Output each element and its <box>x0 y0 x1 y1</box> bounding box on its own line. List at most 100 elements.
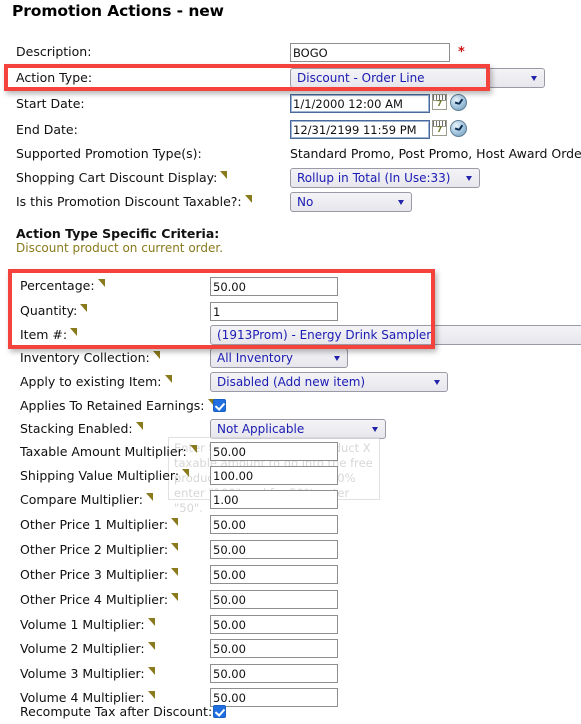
recompute-tax-checkbox[interactable] <box>213 705 226 718</box>
volume-1-multiplier-input[interactable] <box>210 615 338 634</box>
volume-2-multiplier-input[interactable] <box>210 639 338 658</box>
help-flag-icon[interactable] <box>171 543 179 552</box>
cart-discount-display-select[interactable]: Rollup in Total (In Use:33) <box>290 168 480 188</box>
volume-1-multiplier-label: Volume 1 Multiplier: <box>20 613 156 637</box>
cart-discount-display-selected-value: Rollup in Total (In Use:33) <box>297 171 451 185</box>
description-input[interactable] <box>290 43 450 62</box>
help-flag-icon[interactable] <box>70 328 78 337</box>
percentage-input[interactable] <box>210 277 338 296</box>
apply-existing-item-select[interactable]: Disabled (Add new item) <box>210 372 448 392</box>
chevron-down-icon <box>334 356 341 361</box>
inventory-collection-label: Inventory Collection: <box>20 346 161 370</box>
other-price-3-multiplier-row: Other Price 3 Multiplier: <box>0 563 581 587</box>
compare-multiplier-input[interactable] <box>210 490 338 509</box>
stacking-enabled-row: Stacking Enabled: Not Applicable <box>0 417 581 441</box>
percentage-row: Percentage: <box>0 274 581 298</box>
compare-multiplier-label: Compare Multiplier: <box>20 488 154 512</box>
recompute-tax-row: Recompute Tax after Discount: <box>0 692 581 719</box>
start-date-input[interactable] <box>290 94 430 113</box>
help-flag-icon[interactable] <box>164 375 173 384</box>
compare-multiplier-label-text: Compare Multiplier: <box>20 492 143 507</box>
inventory-collection-selected-value: All Inventory <box>217 351 294 365</box>
stacking-enabled-label: Stacking Enabled: <box>20 417 144 441</box>
help-flag-icon[interactable] <box>152 351 161 360</box>
recompute-tax-label-text: Recompute Tax after Discount: <box>20 704 213 719</box>
other-price-4-multiplier-row: Other Price 4 Multiplier: <box>0 588 581 612</box>
item-number-select[interactable]: (1913Prom) - Energy Drink Sampler <box>210 325 581 345</box>
page-title-state: new <box>188 2 224 20</box>
clock-icon[interactable] <box>450 94 467 111</box>
help-flag-icon[interactable] <box>189 445 198 454</box>
volume-3-multiplier-row: Volume 3 Multiplier: <box>0 662 581 686</box>
action-type-select[interactable]: Discount - Order Line <box>290 68 545 88</box>
other-price-4-multiplier-label-text: Other Price 4 Multiplier: <box>20 592 169 607</box>
chevron-down-icon <box>434 380 441 385</box>
quantity-label-text: Quantity: <box>20 303 78 318</box>
volume-3-multiplier-input[interactable] <box>210 664 338 683</box>
description-required-asterisk: * <box>458 45 465 60</box>
help-flag-icon[interactable] <box>147 618 156 627</box>
calendar-icon-day: 7 <box>436 99 443 108</box>
help-flag-icon[interactable] <box>171 593 179 602</box>
volume-1-multiplier-label-text: Volume 1 Multiplier: <box>20 617 145 632</box>
clock-icon[interactable] <box>450 120 467 137</box>
action-type-selected-value: Discount - Order Line <box>297 71 425 85</box>
calendar-icon[interactable]: 7 <box>432 94 447 110</box>
discount-taxable-label: Is this Promotion Discount Taxable?: <box>16 190 253 214</box>
help-flag-icon[interactable] <box>244 195 253 204</box>
apply-existing-item-row: Apply to existing Item: Disabled (Add ne… <box>0 370 581 394</box>
discount-taxable-selected-value: No <box>297 195 314 209</box>
retained-earnings-checkbox[interactable] <box>213 399 226 412</box>
inventory-collection-select[interactable]: All Inventory <box>210 348 348 368</box>
taxable-amount-multiplier-row: Taxable Amount Multiplier: <box>0 440 581 464</box>
clock-icon-minute-hand <box>454 101 460 105</box>
shipping-value-multiplier-row: Shipping Value Multiplier: <box>0 464 581 488</box>
discount-taxable-row: Is this Promotion Discount Taxable?: No <box>0 190 581 214</box>
calendar-icon-day: 7 <box>436 125 443 134</box>
help-flag-icon[interactable] <box>171 518 179 527</box>
taxable-amount-multiplier-input[interactable] <box>210 442 338 461</box>
other-price-1-multiplier-label-text: Other Price 1 Multiplier: <box>20 517 169 532</box>
end-date-input[interactable] <box>290 120 430 139</box>
other-price-2-multiplier-input[interactable] <box>210 540 338 559</box>
other-price-1-multiplier-label: Other Price 1 Multiplier: <box>20 513 179 537</box>
chevron-down-icon <box>466 176 473 181</box>
action-type-label: Action Type: <box>16 70 93 85</box>
other-price-3-multiplier-input[interactable] <box>210 565 338 584</box>
percentage-label-text: Percentage: <box>20 278 95 293</box>
volume-2-multiplier-label-text: Volume 2 Multiplier: <box>20 641 145 656</box>
other-price-3-multiplier-label: Other Price 3 Multiplier: <box>20 563 179 587</box>
quantity-input[interactable] <box>210 302 338 321</box>
supported-promotion-types-label: Supported Promotion Type(s): <box>16 146 202 161</box>
other-price-3-multiplier-label-text: Other Price 3 Multiplier: <box>20 567 169 582</box>
help-flag-icon[interactable] <box>182 469 190 478</box>
supported-promotion-types-row: Supported Promotion Type(s): Standard Pr… <box>0 142 581 166</box>
volume-3-multiplier-label-text: Volume 3 Multiplier: <box>20 666 145 681</box>
other-price-1-multiplier-input[interactable] <box>210 515 338 534</box>
description-label: Description: <box>16 44 92 59</box>
action-type-row: Action Type: Discount - Order Line <box>0 66 581 90</box>
help-flag-icon[interactable] <box>147 667 156 676</box>
discount-taxable-select[interactable]: No <box>290 192 412 212</box>
help-flag-icon[interactable] <box>145 493 154 502</box>
shipping-value-multiplier-input[interactable] <box>210 466 338 485</box>
other-price-4-multiplier-input[interactable] <box>210 590 338 609</box>
chevron-down-icon <box>531 76 538 81</box>
inventory-collection-row: Inventory Collection: All Inventory <box>0 346 581 370</box>
page-title-separator: - <box>171 2 189 20</box>
help-flag-icon[interactable] <box>97 279 106 288</box>
help-flag-icon[interactable] <box>220 171 228 180</box>
help-flag-icon[interactable] <box>80 304 88 313</box>
other-price-2-multiplier-row: Other Price 2 Multiplier: <box>0 538 581 562</box>
inventory-collection-label-text: Inventory Collection: <box>20 350 150 365</box>
help-flag-icon[interactable] <box>147 642 156 651</box>
end-date-row: End Date: 7 <box>0 118 581 142</box>
item-number-label-text: Item #: <box>20 327 68 342</box>
stacking-enabled-select[interactable]: Not Applicable <box>210 419 386 439</box>
apply-existing-item-label-text: Apply to existing Item: <box>20 374 162 389</box>
calendar-icon[interactable]: 7 <box>432 120 447 136</box>
help-flag-icon[interactable] <box>135 422 144 431</box>
help-flag-icon[interactable] <box>171 568 179 577</box>
volume-2-multiplier-row: Volume 2 Multiplier: <box>0 637 581 661</box>
retained-earnings-label-text: Applies To Retained Earnings: <box>20 398 205 413</box>
